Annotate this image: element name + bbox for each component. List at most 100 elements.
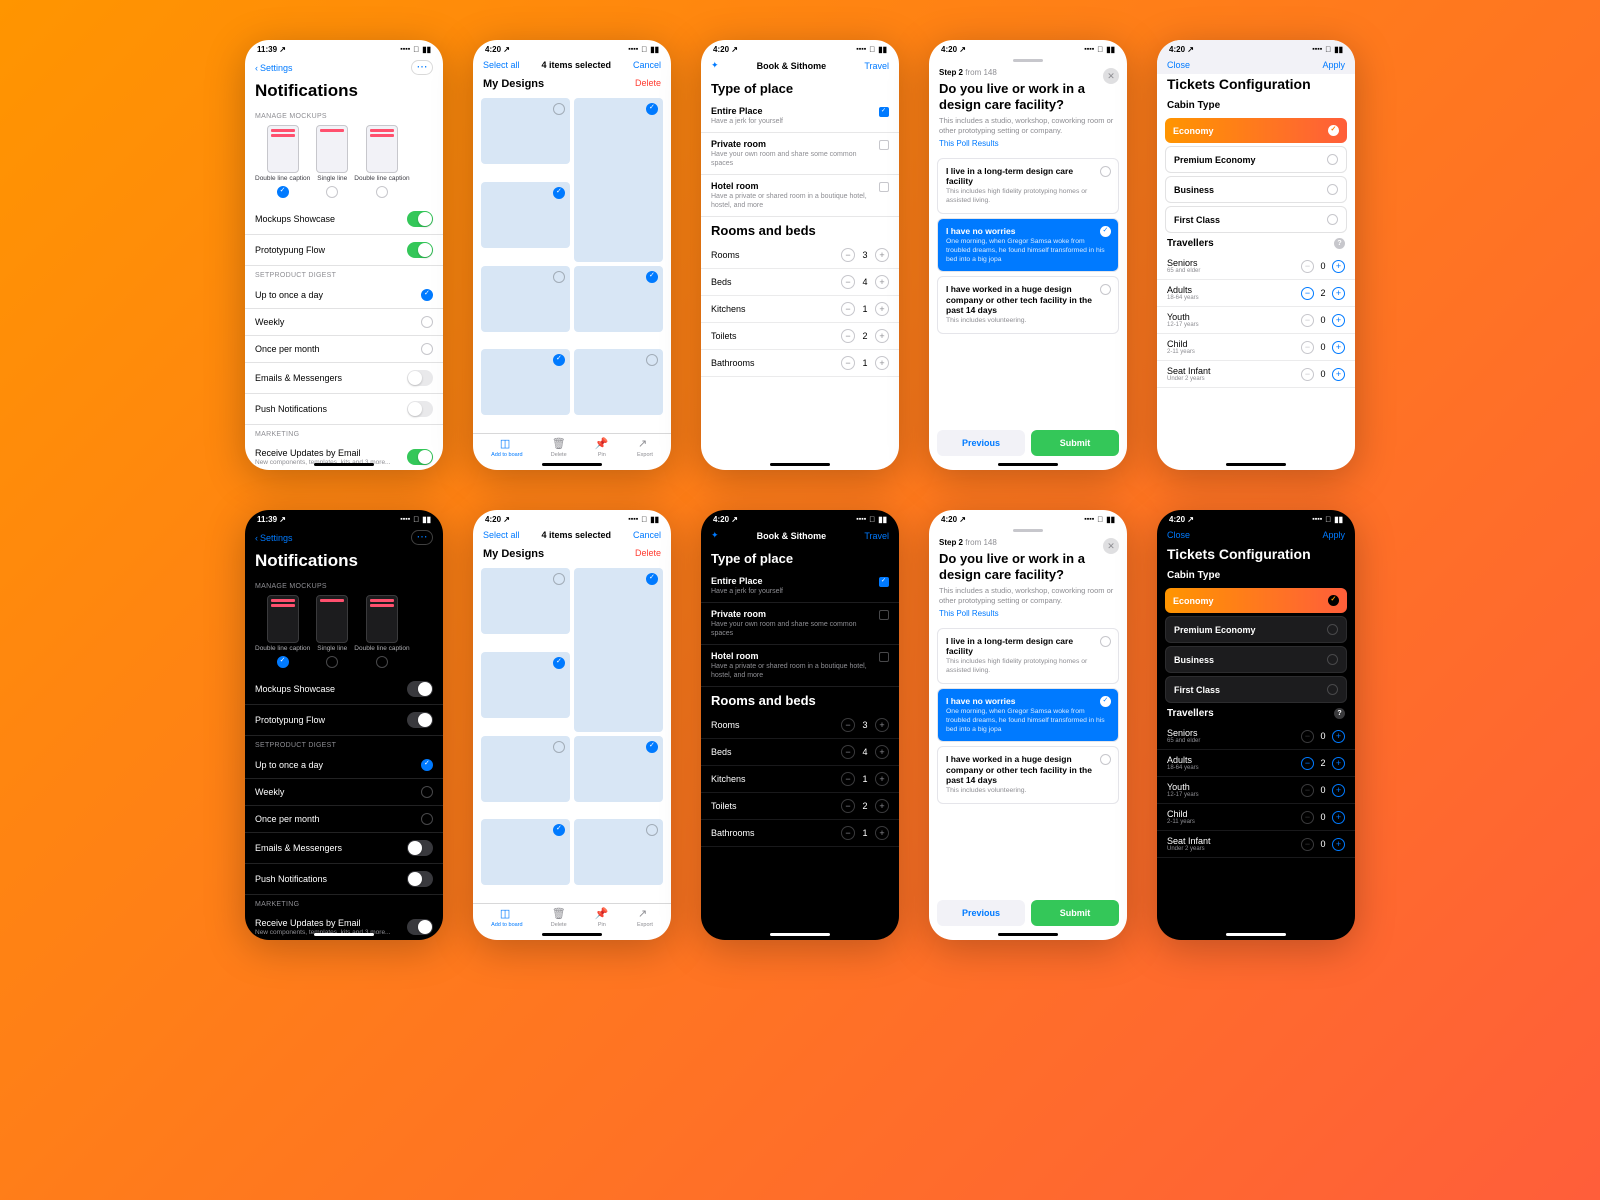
radio-row[interactable]: Up to once a day xyxy=(245,282,443,309)
more-button[interactable]: ⋯ xyxy=(411,60,433,75)
design-tile[interactable] xyxy=(574,98,663,262)
tile-checkbox[interactable] xyxy=(553,824,565,836)
minus-button[interactable]: − xyxy=(841,772,855,786)
plus-button[interactable]: + xyxy=(1332,811,1345,824)
tile-checkbox[interactable] xyxy=(553,187,565,199)
tile-checkbox[interactable] xyxy=(646,824,658,836)
plus-button[interactable]: + xyxy=(875,302,889,316)
back-button[interactable]: ‹Settings xyxy=(255,533,293,543)
minus-button[interactable]: − xyxy=(841,275,855,289)
plus-button[interactable]: + xyxy=(1332,287,1345,300)
radio-icon[interactable] xyxy=(277,186,289,198)
design-tile[interactable] xyxy=(574,736,663,802)
radio-row[interactable]: Once per month xyxy=(245,806,443,833)
design-tile[interactable] xyxy=(574,349,663,415)
minus-button[interactable]: − xyxy=(1301,784,1314,797)
tile-checkbox[interactable] xyxy=(646,271,658,283)
place-option[interactable]: Entire Place Have a jerk for yourself xyxy=(701,570,899,603)
tile-checkbox[interactable] xyxy=(553,573,565,585)
tile-checkbox[interactable] xyxy=(646,741,658,753)
apply-button[interactable]: Apply xyxy=(1322,60,1345,70)
tile-checkbox[interactable] xyxy=(553,657,565,669)
plus-button[interactable]: + xyxy=(1332,730,1345,743)
cabin-option[interactable]: First Class xyxy=(1165,206,1347,233)
tab-add-to-board[interactable]: ◫Add to board xyxy=(491,909,523,928)
mockup-option-2[interactable]: Double line caption xyxy=(354,595,409,668)
design-tile[interactable] xyxy=(481,266,570,332)
plus-button[interactable]: + xyxy=(875,745,889,759)
plus-button[interactable]: + xyxy=(1332,260,1345,273)
switch[interactable] xyxy=(407,840,433,856)
radio-icon[interactable] xyxy=(326,656,338,668)
cancel-button[interactable]: Cancel xyxy=(633,530,661,540)
tile-checkbox[interactable] xyxy=(646,354,658,366)
poll-results-link[interactable]: This Poll Results xyxy=(929,139,1127,154)
design-tile[interactable] xyxy=(481,98,570,164)
cabin-option[interactable]: Premium Economy xyxy=(1165,616,1347,643)
design-tile[interactable] xyxy=(481,652,570,718)
tab-add-to-board[interactable]: ◫Add to board xyxy=(491,439,523,458)
tab-delete[interactable]: 🗑Delete xyxy=(551,439,567,458)
switch[interactable] xyxy=(407,712,433,728)
design-tile[interactable] xyxy=(574,266,663,332)
close-button[interactable]: Close xyxy=(1167,60,1190,70)
minus-button[interactable]: − xyxy=(1301,811,1314,824)
minus-button[interactable]: − xyxy=(1301,838,1314,851)
cabin-option[interactable]: Economy xyxy=(1165,588,1347,613)
minus-button[interactable]: − xyxy=(841,745,855,759)
travel-button[interactable]: Travel xyxy=(864,61,889,71)
plus-button[interactable]: + xyxy=(1332,341,1345,354)
minus-button[interactable]: − xyxy=(841,302,855,316)
tile-checkbox[interactable] xyxy=(553,103,565,115)
plus-button[interactable]: + xyxy=(875,248,889,262)
plus-button[interactable]: + xyxy=(875,718,889,732)
mockup-option-2[interactable]: Double line caption xyxy=(354,125,409,198)
close-button[interactable]: ✕ xyxy=(1103,68,1119,84)
switch[interactable] xyxy=(407,871,433,887)
close-button[interactable]: ✕ xyxy=(1103,538,1119,554)
previous-button[interactable]: Previous xyxy=(937,900,1025,926)
radio-icon[interactable] xyxy=(376,186,388,198)
plus-button[interactable]: + xyxy=(1332,784,1345,797)
cabin-option[interactable]: Premium Economy xyxy=(1165,146,1347,173)
design-tile[interactable] xyxy=(481,736,570,802)
mockup-option-0[interactable]: Double line caption xyxy=(255,595,310,668)
design-tile[interactable] xyxy=(481,182,570,248)
design-tile[interactable] xyxy=(574,819,663,885)
radio-row[interactable]: Once per month xyxy=(245,336,443,363)
switch[interactable] xyxy=(407,242,433,258)
tab-export[interactable]: ↗Export xyxy=(637,439,653,458)
tab-export[interactable]: ↗Export xyxy=(637,909,653,928)
plus-button[interactable]: + xyxy=(1332,757,1345,770)
minus-button[interactable]: − xyxy=(841,356,855,370)
radio-icon[interactable] xyxy=(326,186,338,198)
place-option[interactable]: Entire Place Have a jerk for yourself xyxy=(701,100,899,133)
place-option[interactable]: Hotel room Have a private or shared room… xyxy=(701,645,899,687)
tile-checkbox[interactable] xyxy=(553,354,565,366)
minus-button[interactable]: − xyxy=(841,248,855,262)
minus-button[interactable]: − xyxy=(1301,368,1314,381)
cabin-option[interactable]: Business xyxy=(1165,176,1347,203)
minus-button[interactable]: − xyxy=(1301,341,1314,354)
switch[interactable] xyxy=(407,211,433,227)
switch[interactable] xyxy=(407,401,433,417)
cabin-option[interactable]: Economy xyxy=(1165,118,1347,143)
submit-button[interactable]: Submit xyxy=(1031,900,1119,926)
plus-button[interactable]: + xyxy=(875,772,889,786)
design-tile[interactable] xyxy=(481,568,570,634)
minus-button[interactable]: − xyxy=(1301,730,1314,743)
radio-row[interactable]: Weekly xyxy=(245,779,443,806)
minus-button[interactable]: − xyxy=(841,718,855,732)
minus-button[interactable]: − xyxy=(1301,757,1314,770)
select-all-button[interactable]: Select all xyxy=(483,530,520,540)
previous-button[interactable]: Previous xyxy=(937,430,1025,456)
tile-checkbox[interactable] xyxy=(553,271,565,283)
minus-button[interactable]: − xyxy=(841,329,855,343)
poll-option[interactable]: I have no worries One morning, when Greg… xyxy=(937,688,1119,743)
minus-button[interactable]: − xyxy=(1301,314,1314,327)
design-tile[interactable] xyxy=(481,349,570,415)
minus-button[interactable]: − xyxy=(1301,260,1314,273)
place-option[interactable]: Private room Have your own room and shar… xyxy=(701,603,899,645)
cancel-button[interactable]: Cancel xyxy=(633,60,661,70)
mockup-option-1[interactable]: Single line xyxy=(316,125,348,198)
